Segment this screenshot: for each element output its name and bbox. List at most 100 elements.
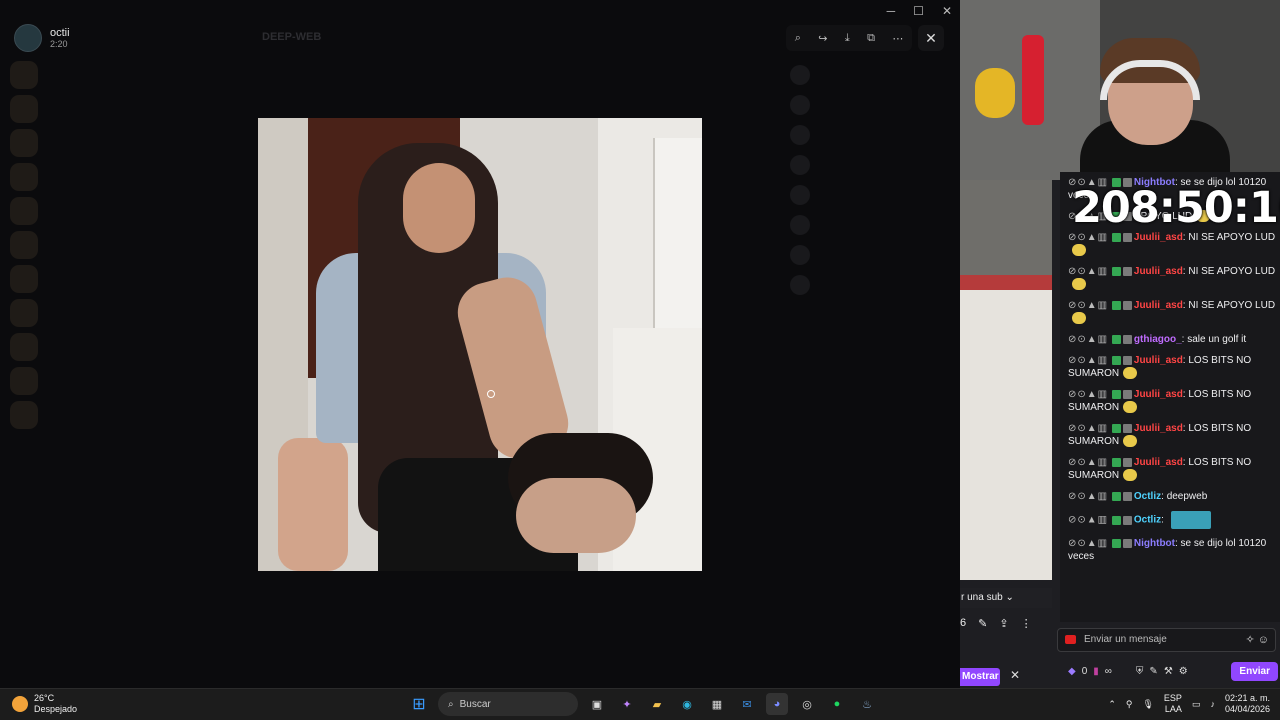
- server-icon[interactable]: [10, 129, 38, 157]
- share-icon[interactable]: ⇪: [999, 617, 1008, 630]
- chat-username[interactable]: Nightbot: [1134, 538, 1175, 549]
- channel-item-active[interactable]: [50, 390, 250, 412]
- points-icon[interactable]: ▮: [1093, 666, 1099, 677]
- folder-icon[interactable]: ▰: [646, 693, 668, 715]
- close-icon[interactable]: ✕: [1010, 668, 1020, 682]
- channel-item[interactable]: [50, 368, 250, 390]
- mod-action-icons[interactable]: ⊘⊙▲▥: [1068, 423, 1112, 434]
- store-icon[interactable]: ▦: [706, 693, 728, 715]
- server-icon[interactable]: [10, 333, 38, 361]
- open-external-icon[interactable]: ⧉: [867, 32, 875, 45]
- server-icon[interactable]: [10, 367, 38, 395]
- server-icon[interactable]: [10, 163, 38, 191]
- clock[interactable]: 02:21 a. m. 04/04/2026: [1225, 693, 1270, 715]
- channel-item[interactable]: [50, 170, 250, 192]
- mod-action-icons[interactable]: ⊘⊙▲▥: [1068, 300, 1112, 311]
- network-icon[interactable]: ⚲: [1126, 699, 1133, 710]
- channel-item[interactable]: [50, 280, 250, 302]
- language-indicator[interactable]: ESP LAA: [1164, 693, 1182, 715]
- channel-item[interactable]: [50, 214, 250, 236]
- chat-username[interactable]: Juulii_asd: [1134, 423, 1183, 434]
- task-view-icon[interactable]: ▣: [586, 693, 608, 715]
- mod-action-icons[interactable]: ⊘⊙▲▥: [1068, 334, 1112, 345]
- member-item[interactable]: [790, 210, 950, 240]
- server-icon[interactable]: [10, 231, 38, 259]
- channel-item[interactable]: [50, 148, 250, 170]
- send-button[interactable]: Enviar: [1231, 661, 1278, 681]
- discord-icon[interactable]: ◕: [766, 693, 788, 715]
- mod-icon[interactable]: ⚒: [1164, 666, 1173, 677]
- chat-username[interactable]: Octliz: [1134, 491, 1161, 502]
- channel-item[interactable]: [50, 324, 250, 346]
- server-icon[interactable]: [10, 197, 38, 225]
- mod-action-icons[interactable]: ⊘⊙▲▥: [1068, 389, 1112, 400]
- channel-item[interactable]: [50, 236, 250, 258]
- chat-username[interactable]: Juulii_asd: [1134, 355, 1183, 366]
- chat-username[interactable]: Octliz: [1134, 515, 1161, 526]
- channel-item[interactable]: [50, 302, 250, 324]
- copilot-icon[interactable]: ✦: [616, 693, 638, 715]
- bits-icon[interactable]: ◆: [1068, 666, 1076, 677]
- forward-icon[interactable]: ↪: [818, 32, 827, 45]
- channel-item[interactable]: [50, 346, 250, 368]
- close-icon[interactable]: ✕: [942, 4, 952, 18]
- chat-input[interactable]: Enviar un mensaje ✧ ☺: [1057, 628, 1276, 652]
- member-item[interactable]: [790, 60, 950, 90]
- steam-icon[interactable]: ♨: [856, 693, 878, 715]
- windows-start-icon[interactable]: ⊞: [408, 693, 430, 715]
- spotify-icon[interactable]: ●: [826, 693, 848, 715]
- server-icon[interactable]: [10, 299, 38, 327]
- viewed-photo[interactable]: [258, 118, 702, 571]
- gear-icon[interactable]: ⚙: [1179, 666, 1188, 677]
- chevron-up-icon[interactable]: ⌃: [1108, 699, 1116, 710]
- weather-widget[interactable]: 26°C Despejado: [12, 693, 77, 715]
- mod-action-icons[interactable]: ⊘⊙▲▥: [1068, 538, 1112, 549]
- server-icon[interactable]: [10, 61, 38, 89]
- search-box[interactable]: ⌕ Buscar: [438, 692, 578, 716]
- member-item[interactable]: [790, 90, 950, 120]
- mic-icon[interactable]: 🎙: [1142, 699, 1153, 710]
- chat-username[interactable]: Juulii_asd: [1134, 266, 1183, 277]
- more-icon[interactable]: ⋮: [1021, 617, 1032, 630]
- chat-username[interactable]: Juulii_asd: [1134, 457, 1183, 468]
- server-icon[interactable]: [10, 265, 38, 293]
- close-viewer-button[interactable]: ✕: [918, 25, 944, 51]
- pencil-icon[interactable]: ✎: [978, 617, 987, 630]
- emote-icon[interactable]: ✧ ☺: [1245, 629, 1269, 651]
- sub-bar[interactable]: r una sub ⌄: [960, 588, 1052, 608]
- zoom-icon[interactable]: ⌕: [795, 32, 801, 45]
- mod-action-icons[interactable]: ⊘⊙▲▥: [1068, 355, 1112, 366]
- server-icon[interactable]: [10, 401, 38, 429]
- pencil-icon[interactable]: ✎: [1149, 666, 1157, 677]
- mod-action-icons[interactable]: ⊘⊙▲▥: [1068, 515, 1112, 526]
- chat-username[interactable]: Juulii_asd: [1134, 300, 1183, 311]
- more-icon[interactable]: ⋯: [892, 32, 903, 45]
- chat-username[interactable]: Juulii_asd: [1134, 232, 1183, 243]
- member-item[interactable]: [790, 270, 950, 300]
- member-item[interactable]: [790, 120, 950, 150]
- monitor-icon[interactable]: ▭: [1192, 699, 1201, 710]
- mail-icon[interactable]: ✉: [736, 693, 758, 715]
- volume-icon[interactable]: ♪: [1210, 699, 1215, 709]
- channel-item[interactable]: [50, 60, 250, 82]
- shield-icon[interactable]: ⛨: [1136, 666, 1144, 677]
- channel-item[interactable]: [50, 258, 250, 280]
- channel-item[interactable]: [50, 126, 250, 148]
- member-item[interactable]: [790, 180, 950, 210]
- edge-icon[interactable]: ◉: [676, 693, 698, 715]
- member-item[interactable]: [790, 150, 950, 180]
- mod-action-icons[interactable]: ⊘⊙▲▥: [1068, 491, 1112, 502]
- channel-item[interactable]: [50, 82, 250, 104]
- mostrar-button[interactable]: Mostrar: [960, 668, 1000, 686]
- server-icon[interactable]: [10, 95, 38, 123]
- mod-action-icons[interactable]: ⊘⊙▲▥: [1068, 232, 1112, 243]
- mod-action-icons[interactable]: ⊘⊙▲▥: [1068, 266, 1112, 277]
- chat-username[interactable]: Juulii_asd: [1134, 389, 1183, 400]
- download-icon[interactable]: ⤓: [845, 32, 850, 45]
- member-item[interactable]: [790, 240, 950, 270]
- maximize-icon[interactable]: ☐: [913, 4, 924, 18]
- chrome-icon[interactable]: ◎: [796, 693, 818, 715]
- minimize-icon[interactable]: ─: [887, 4, 896, 18]
- mod-action-icons[interactable]: ⊘⊙▲▥: [1068, 457, 1112, 468]
- channel-item[interactable]: [50, 192, 250, 214]
